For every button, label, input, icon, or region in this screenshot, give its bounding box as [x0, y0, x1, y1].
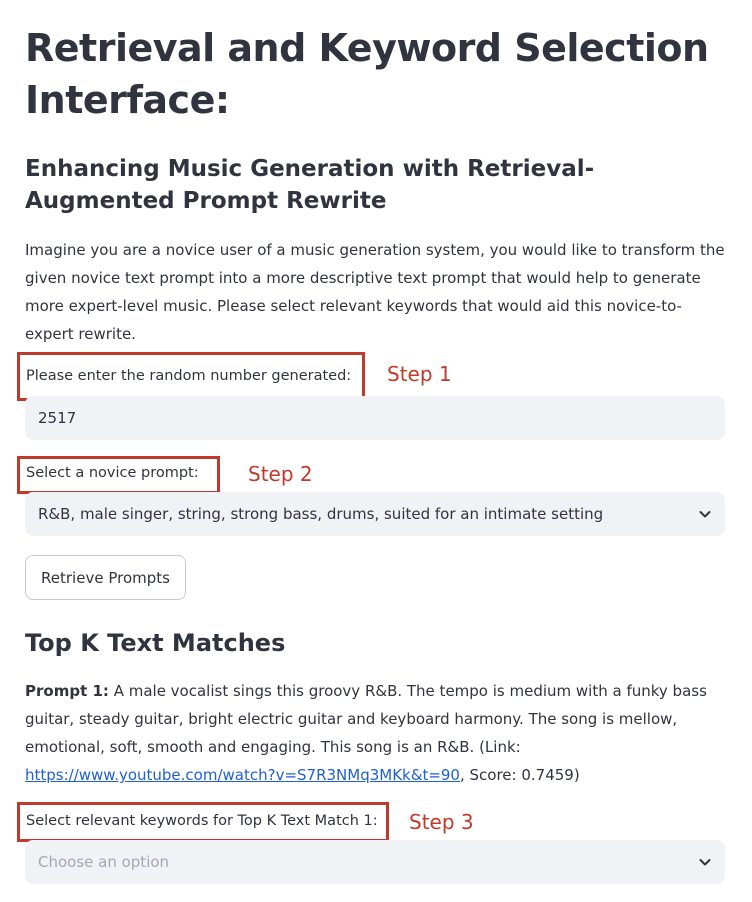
prompt1-text-block: Prompt 1: A male vocalist sings this gro… [25, 677, 727, 789]
intro-text: Imagine you are a novice user of a music… [25, 241, 725, 343]
chevron-down-icon [699, 859, 711, 866]
prompt1-link[interactable]: https://www.youtube.com/watch?v=S7R3NMq3… [25, 766, 460, 784]
step3-annotation: Step 3 [409, 810, 474, 834]
matches-heading: Top K Text Matches [25, 629, 286, 657]
prompt1-score: , Score: 0.7459) [459, 766, 580, 784]
retrieve-prompts-button[interactable]: Retrieve Prompts [25, 555, 186, 600]
keywords-label: Select relevant keywords for Top K Text … [26, 813, 378, 829]
random-number-value: 2517 [38, 409, 77, 427]
chevron-down-icon [699, 511, 711, 518]
keywords-select[interactable]: Choose an option [25, 840, 725, 884]
keywords-placeholder: Choose an option [38, 853, 170, 871]
step2-annotation: Step 2 [248, 462, 313, 486]
novice-prompt-selected: R&B, male singer, string, strong bass, d… [38, 505, 604, 523]
random-number-label: Please enter the random number generated… [26, 368, 352, 384]
novice-prompt-select[interactable]: R&B, male singer, string, strong bass, d… [25, 492, 725, 536]
page-subtitle: Enhancing Music Generation with Retrieva… [25, 156, 595, 214]
prompt1-label: Prompt 1: [25, 682, 109, 700]
step1-annotation: Step 1 [387, 362, 452, 386]
prompt1-text: A male vocalist sings this groovy R&B. T… [25, 682, 707, 756]
page-title: Retrieval and Keyword Selection Interfac… [25, 26, 709, 122]
page: Retrieval and Keyword Selection Interfac… [0, 0, 752, 902]
random-number-input[interactable]: 2517 [25, 396, 725, 440]
novice-prompt-label: Select a novice prompt: [26, 465, 199, 481]
